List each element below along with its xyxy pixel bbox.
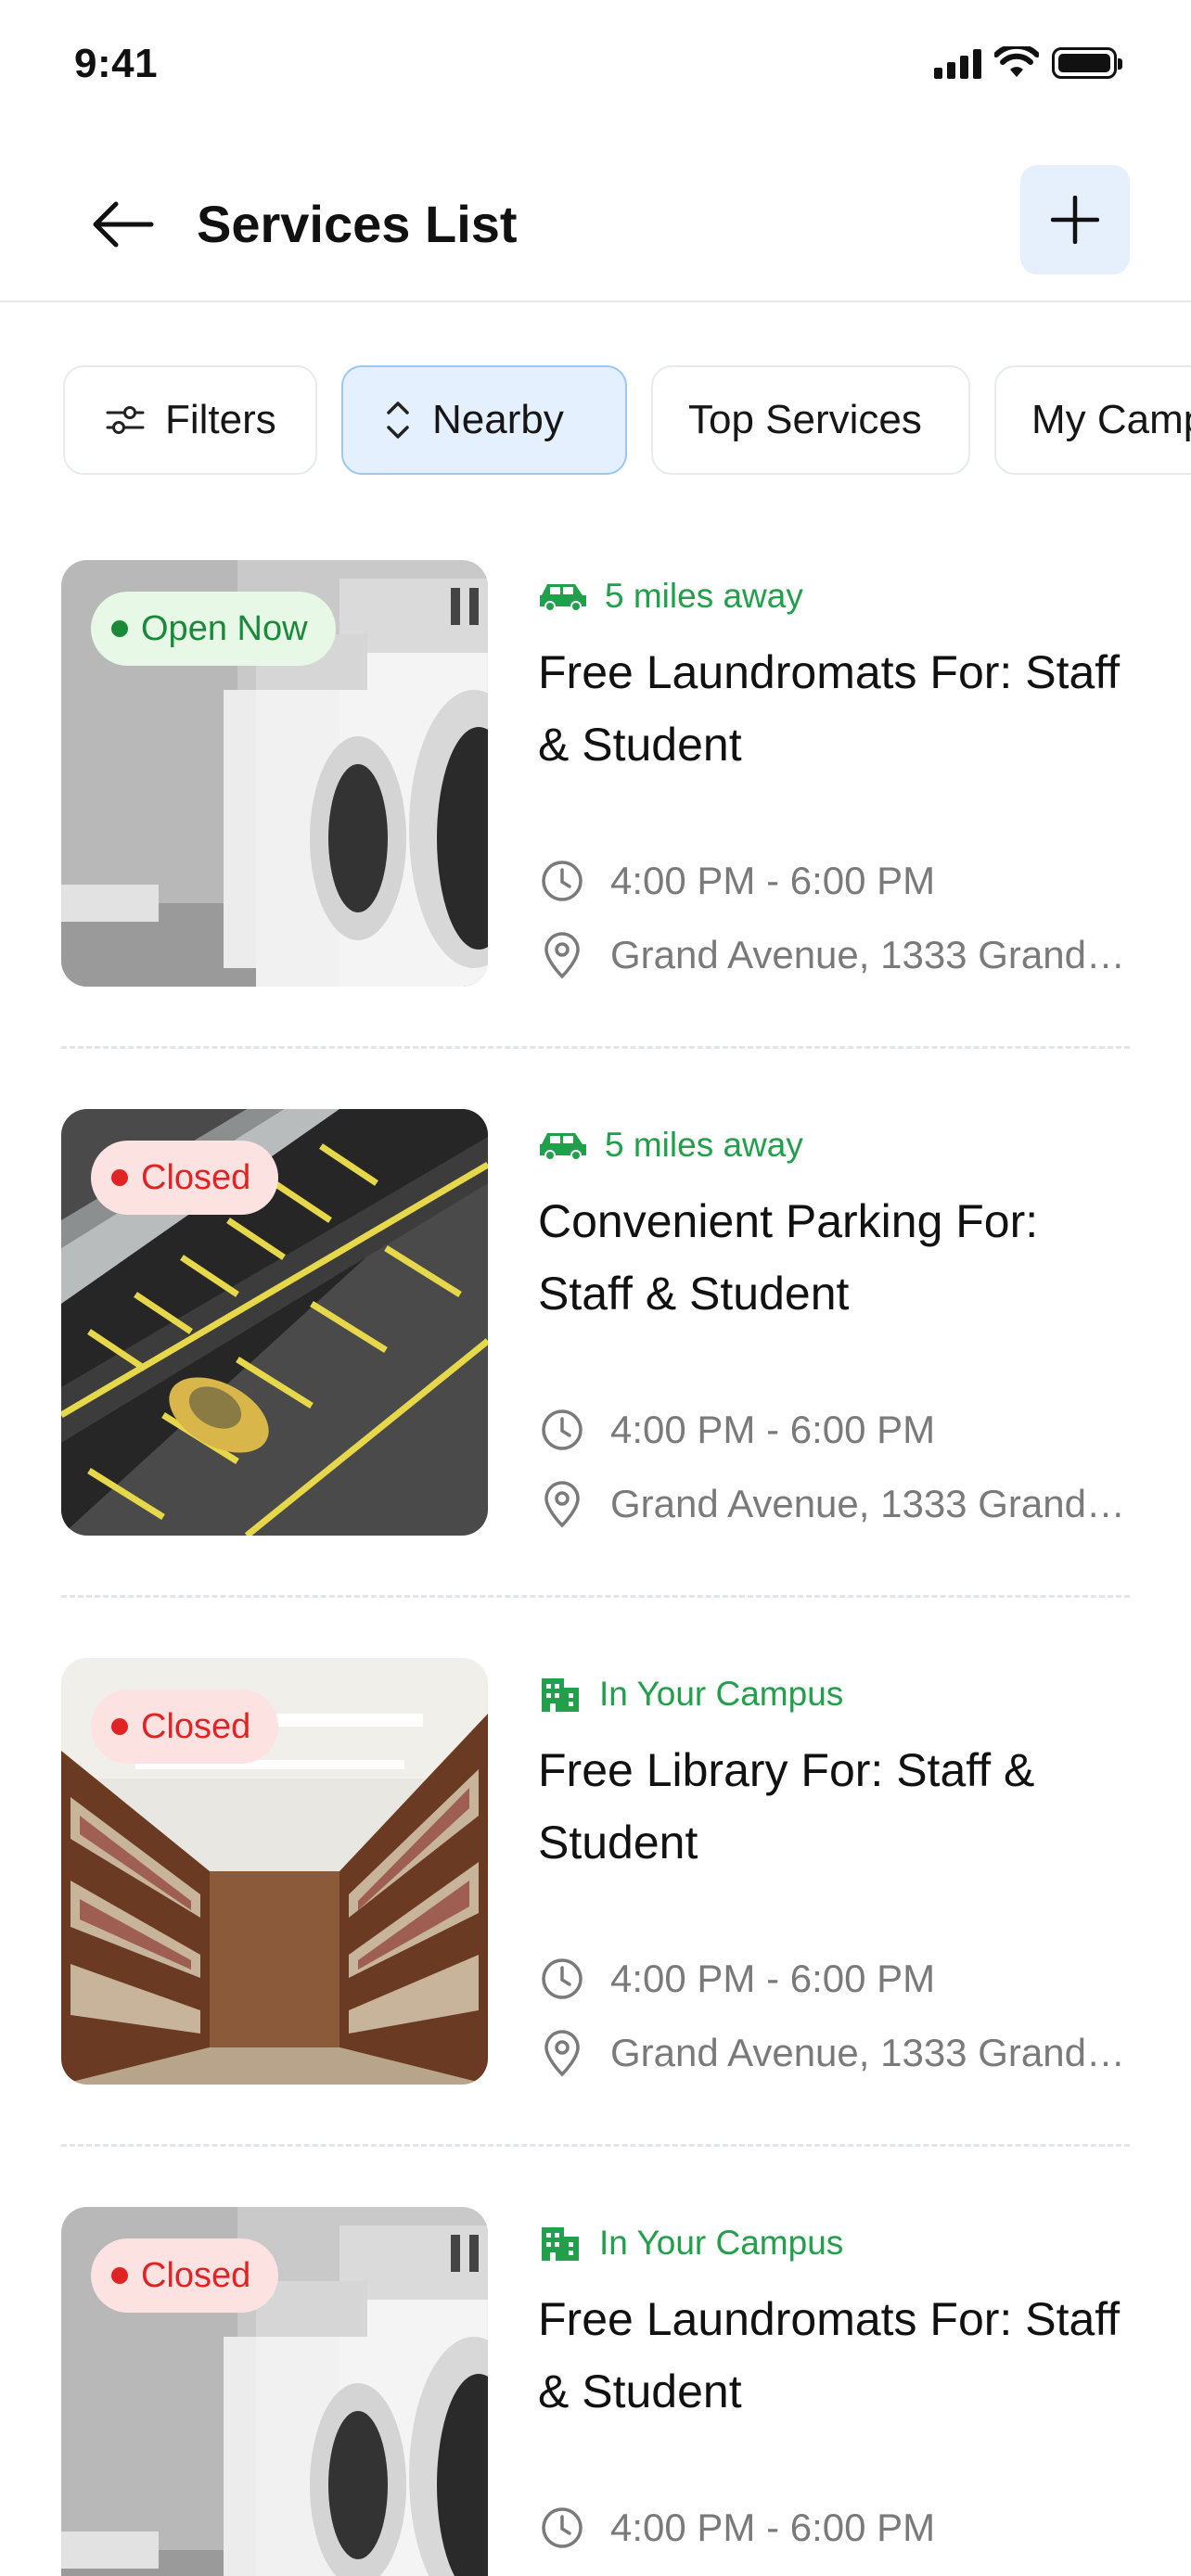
status-label: Closed (141, 1157, 251, 1197)
status-dot (111, 1718, 128, 1735)
plus-icon (1051, 196, 1099, 244)
status-label: Closed (141, 2255, 251, 2295)
filters-chip-label: Filters (165, 397, 276, 442)
laundromat-image: Closed (61, 2207, 488, 2576)
hours-text: 4:00 PM - 6:00 PM (610, 1957, 936, 2000)
filter-chips: Filters Nearby Top Services My Campus (0, 365, 1191, 477)
distance-tag: 5 miles away (538, 573, 803, 619)
distance-label: 5 miles away (605, 1126, 803, 1164)
status-dot (111, 2267, 128, 2284)
service-hours: 4:00 PM - 6:00 PM (538, 2500, 1132, 2556)
map-pin-icon (538, 1480, 586, 1528)
add-service-button[interactable] (1020, 165, 1130, 274)
campus-tag: In Your Campus (538, 2220, 843, 2266)
status-label: Closed (141, 1706, 251, 1746)
map-pin-icon (538, 2029, 586, 2077)
status-dot (111, 620, 128, 637)
status-bar: 9:41 (0, 0, 1191, 130)
service-card[interactable]: Closed In Your Campus Free Library For: … (61, 1658, 1132, 2085)
status-badge: Closed (91, 1141, 279, 1215)
battery-icon (1052, 47, 1122, 79)
service-card[interactable]: Open Now 5 miles away Free Laundromats F… (61, 560, 1132, 987)
car-icon (538, 1129, 588, 1161)
location-text: Grand Avenue, 1333 Grand Street (610, 1482, 1132, 1525)
car-icon (538, 580, 588, 612)
sort-icon (384, 399, 412, 441)
campus-label: In Your Campus (599, 1675, 844, 1713)
building-icon (538, 2224, 583, 2263)
clock-icon (538, 1957, 586, 2001)
list-divider (61, 2144, 1130, 2147)
nearby-chip[interactable]: Nearby (341, 365, 627, 475)
page-title: Services List (197, 195, 518, 253)
clock-icon (538, 859, 586, 903)
hours-text: 4:00 PM - 6:00 PM (610, 859, 936, 902)
distance-label: 5 miles away (605, 577, 803, 615)
app-header: Services List (0, 158, 1191, 302)
service-title[interactable]: Convenient Parking For: Staff & Student (538, 1185, 1132, 1330)
map-pin-icon (538, 931, 586, 979)
laundromat-image: Open Now (61, 560, 488, 987)
top-services-chip[interactable]: Top Services (651, 365, 970, 475)
wifi-icon (994, 46, 1039, 77)
service-location: Grand Avenue, 1333 Grand Street (538, 927, 1132, 983)
service-hours: 4:00 PM - 6:00 PM (538, 1402, 1132, 1458)
library-image: Closed (61, 1658, 488, 2085)
service-location: Grand Avenue, 1333 Grand Street (538, 1476, 1132, 1532)
service-card[interactable]: Closed In Your Campus Free Laundromats F… (61, 2207, 1130, 2576)
campus-tag: In Your Campus (538, 1671, 843, 1717)
list-divider (61, 1046, 1130, 1049)
hours-text: 4:00 PM - 6:00 PM (610, 2506, 936, 2549)
back-button[interactable] (85, 187, 160, 261)
sliders-icon (106, 403, 145, 437)
parking-image: Closed (61, 1109, 488, 1536)
status-dot (111, 1169, 128, 1186)
service-title[interactable]: Free Library For: Staff & Student (538, 1734, 1132, 1879)
top-services-chip-label: Top Services (688, 397, 922, 442)
status-time: 9:41 (74, 41, 159, 86)
filters-chip[interactable]: Filters (63, 365, 317, 475)
location-text: Grand Avenue, 1333 Grand Street (610, 933, 1132, 976)
nearby-chip-label: Nearby (432, 397, 564, 442)
service-location: Grand Avenue, 1333 Grand Street (538, 2025, 1132, 2081)
status-badge: Closed (91, 2238, 279, 2313)
service-title[interactable]: Free Laundromats For: Staff & Student (538, 636, 1132, 781)
status-badge: Closed (91, 1690, 279, 1764)
status-label: Open Now (141, 608, 308, 648)
clock-icon (538, 1408, 586, 1452)
clock-icon (538, 2506, 586, 2550)
campus-label: In Your Campus (599, 2224, 844, 2262)
arrow-left-icon (93, 201, 154, 248)
location-text: Grand Avenue, 1333 Grand Street (610, 2031, 1132, 2074)
service-title[interactable]: Free Laundromats For: Staff & Student (538, 2283, 1132, 2428)
building-icon (538, 1675, 583, 1714)
distance-tag: 5 miles away (538, 1122, 803, 1168)
service-hours: 4:00 PM - 6:00 PM (538, 853, 1132, 909)
list-divider (61, 1595, 1130, 1598)
cellular-signal-icon (934, 47, 981, 79)
my-campus-chip-label: My Campus (1031, 397, 1191, 442)
hours-text: 4:00 PM - 6:00 PM (610, 1408, 936, 1451)
service-hours: 4:00 PM - 6:00 PM (538, 1951, 1132, 2007)
my-campus-chip[interactable]: My Campus (994, 365, 1191, 475)
status-icons (934, 46, 1122, 80)
service-card[interactable]: Closed 5 miles away Convenient Parking F… (61, 1109, 1132, 1536)
status-badge: Open Now (91, 592, 336, 666)
